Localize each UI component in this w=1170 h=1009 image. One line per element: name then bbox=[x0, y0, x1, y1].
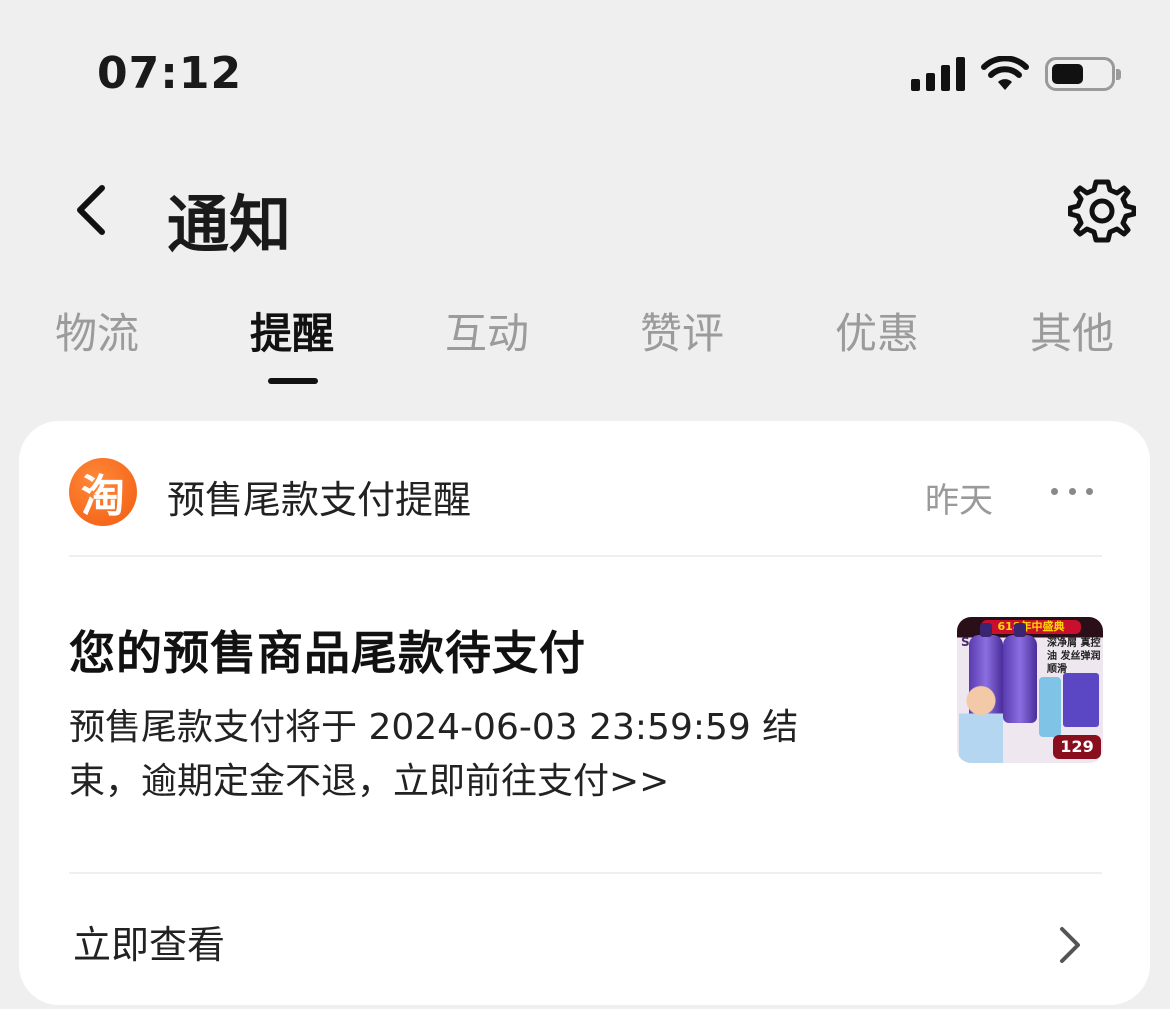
thumbnail-ad-text: 深净屑 真控油 发丝弹润顺滑 bbox=[1047, 638, 1101, 675]
tab-other[interactable]: 其他 bbox=[1012, 300, 1132, 361]
divider bbox=[69, 872, 1102, 874]
chevron-right-icon bbox=[1053, 920, 1087, 970]
product-tube-image bbox=[1039, 677, 1061, 737]
view-now-row[interactable]: 立即查看 bbox=[19, 876, 1150, 1005]
message-title: 您的预售商品尾款待支付 bbox=[69, 626, 586, 680]
tab-bar: 物流 提醒 互动 赞评 优惠 其他 bbox=[0, 300, 1170, 390]
cellular-signal-icon bbox=[911, 57, 965, 91]
more-options-button[interactable] bbox=[1047, 471, 1097, 511]
back-button[interactable] bbox=[60, 175, 120, 245]
model-image bbox=[959, 683, 1003, 763]
status-bar: 07:12 bbox=[0, 0, 1170, 150]
product-thumbnail[interactable]: 618年中盛典 Spēs 深净屑 真控油 发丝弹润顺滑 129 bbox=[957, 617, 1103, 763]
taobao-logo-icon: 淘 bbox=[69, 458, 137, 526]
view-now-label: 立即查看 bbox=[73, 923, 226, 967]
shampoo-bottle-image bbox=[1003, 623, 1037, 723]
product-sachets-image bbox=[1063, 673, 1099, 727]
message-body[interactable]: 预售尾款支付将于 2024-06-03 23:59:59 结束，逾期定金不退，立… bbox=[69, 701, 869, 809]
status-icons bbox=[911, 52, 1121, 96]
more-dots-icon bbox=[1051, 487, 1058, 495]
price-badge: 129 bbox=[1053, 735, 1101, 759]
tab-discounts[interactable]: 优惠 bbox=[817, 300, 937, 361]
tab-reminders[interactable]: 提醒 bbox=[232, 300, 352, 361]
page-title: 通知 bbox=[167, 188, 292, 261]
chevron-left-icon bbox=[77, 185, 105, 235]
gear-icon bbox=[1068, 179, 1136, 243]
notification-time: 昨天 bbox=[925, 481, 993, 521]
notification-header: 淘 预售尾款支付提醒 昨天 bbox=[19, 421, 1150, 556]
nav-bar: 通知 bbox=[0, 160, 1170, 261]
tab-interactions[interactable]: 互动 bbox=[427, 300, 547, 361]
tab-likes-reviews[interactable]: 赞评 bbox=[622, 300, 742, 361]
settings-button[interactable] bbox=[1064, 172, 1140, 248]
wifi-icon bbox=[981, 56, 1029, 90]
tab-logistics[interactable]: 物流 bbox=[37, 300, 157, 361]
battery-icon bbox=[1045, 57, 1121, 91]
divider bbox=[69, 555, 1102, 557]
status-time: 07:12 bbox=[97, 48, 243, 99]
notification-card[interactable]: 淘 预售尾款支付提醒 昨天 您的预售商品尾款待支付 预售尾款支付将于 2024-… bbox=[19, 421, 1150, 1005]
active-tab-indicator bbox=[268, 378, 318, 384]
thumbnail-banner: 618年中盛典 bbox=[981, 620, 1081, 634]
notification-source-title: 预售尾款支付提醒 bbox=[167, 478, 472, 522]
